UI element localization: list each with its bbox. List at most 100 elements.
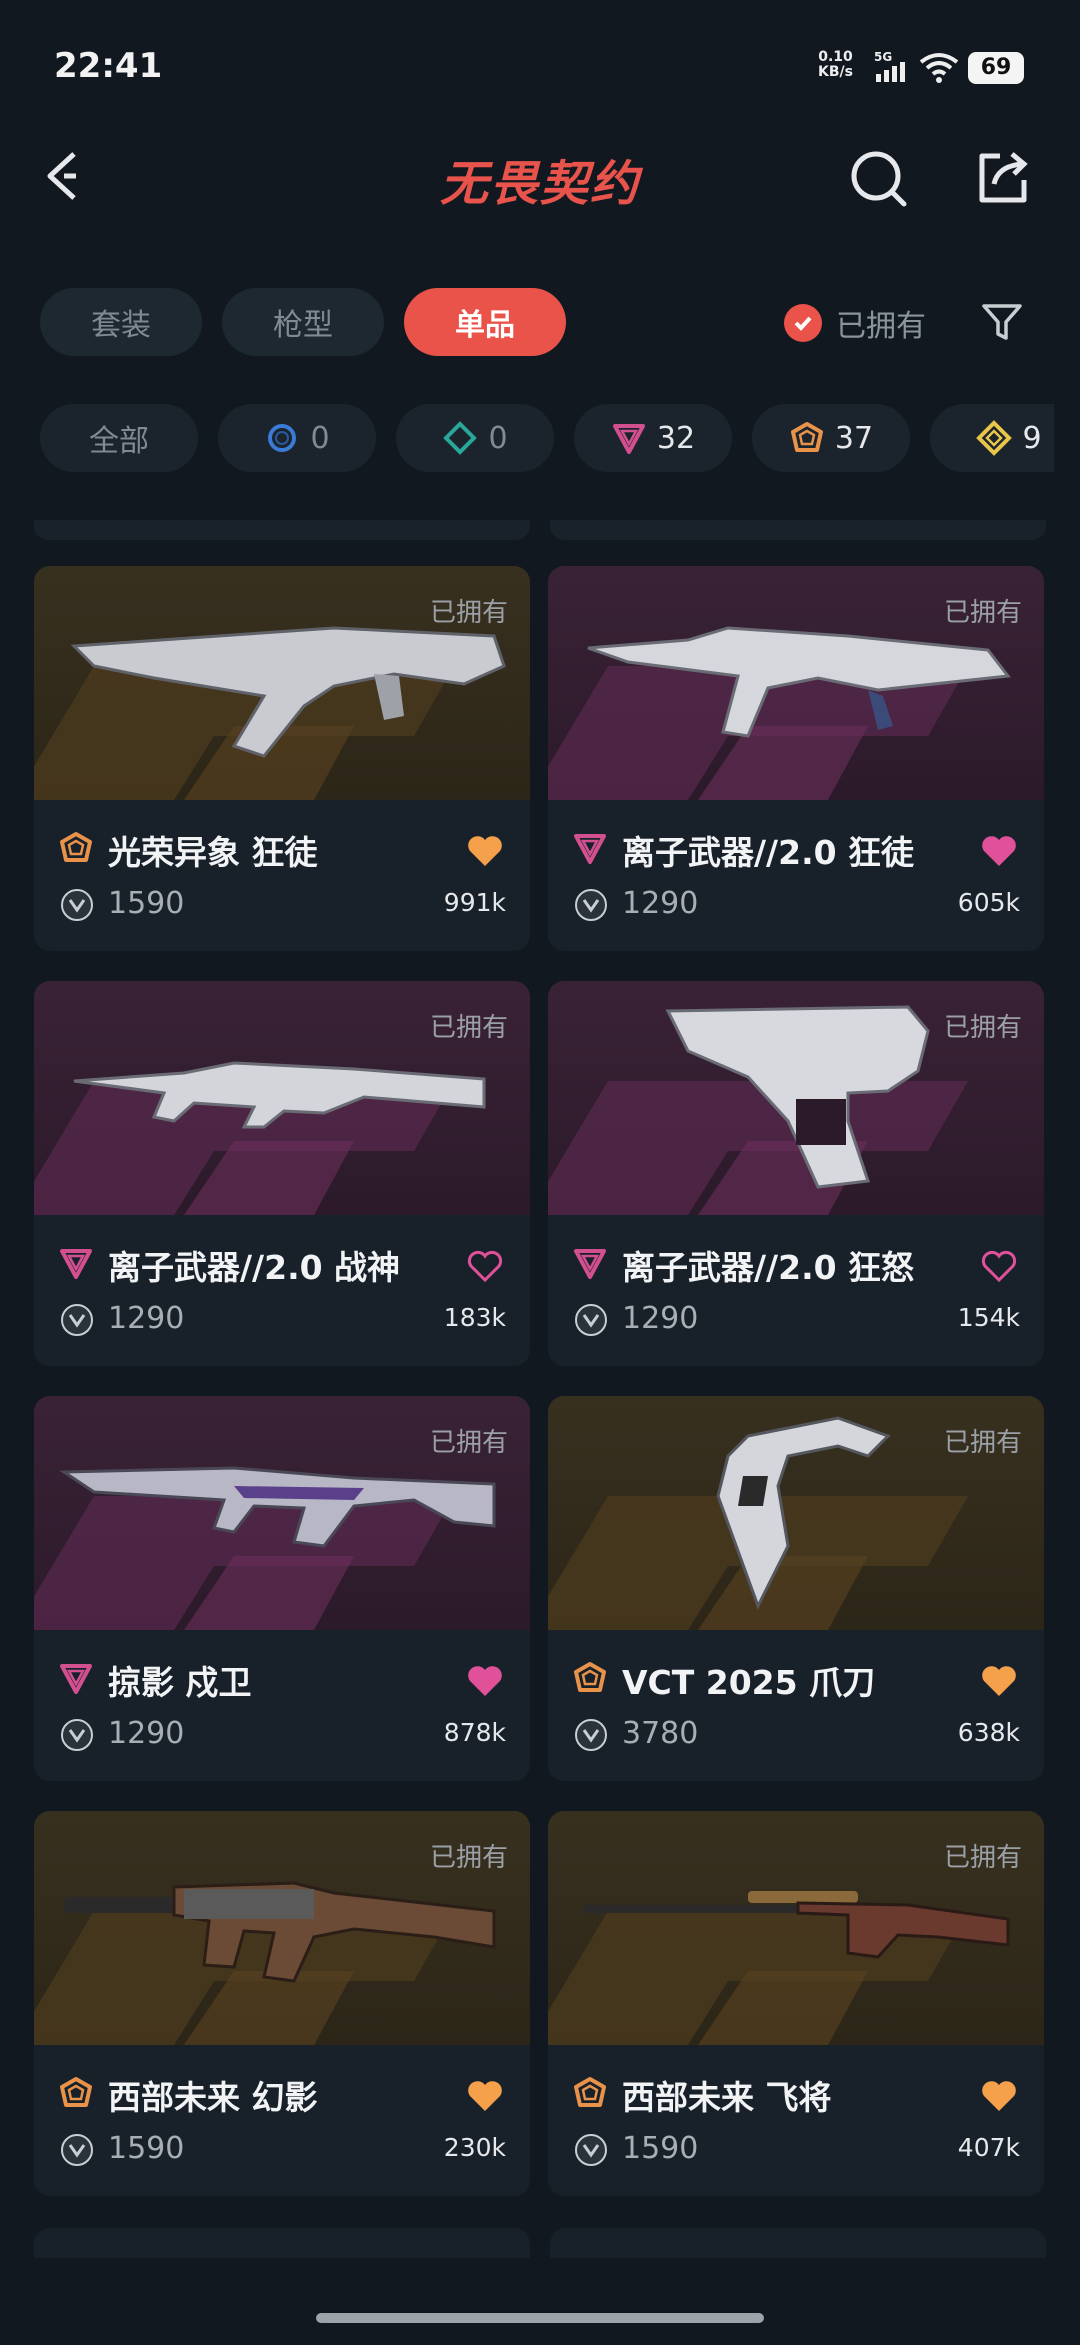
item-card[interactable]: 已拥有 掠影 戍卫 1290 878k	[34, 1396, 530, 1781]
tab-single-items[interactable]: 单品	[404, 288, 566, 356]
weapon-image: 已拥有	[548, 566, 1044, 800]
weapon-image: 已拥有	[548, 1811, 1044, 2045]
heart-icon[interactable]	[466, 2079, 504, 2113]
item-card[interactable]: 已拥有 VCT 2025 爪刀 3780 638k	[548, 1396, 1044, 1781]
search-icon[interactable]	[848, 148, 910, 210]
weapon-image: 已拥有	[34, 566, 530, 800]
vp-currency-icon	[61, 2134, 93, 2166]
premium-tier-icon	[60, 1664, 92, 1694]
exclusive-tier-icon	[60, 832, 92, 862]
item-price: 1590	[108, 886, 185, 921]
next-card-edge	[34, 2228, 530, 2258]
previous-card-edge	[34, 520, 530, 540]
item-name: 离子武器//2.0 狂徒	[622, 833, 915, 872]
item-price: 1290	[622, 886, 699, 921]
vp-currency-icon	[61, 1719, 93, 1751]
item-name: 离子武器//2.0 狂怒	[622, 1248, 915, 1287]
exclusive-tier-icon	[574, 1662, 606, 1692]
vp-currency-icon	[61, 889, 93, 921]
app-title: 无畏契约	[439, 156, 640, 212]
item-card[interactable]: 已拥有 光荣异象 狂徒 1590 991k	[34, 566, 530, 951]
item-price: 1290	[108, 1301, 185, 1336]
like-count: 638k	[957, 1718, 1020, 1747]
like-count: 878k	[443, 1718, 506, 1747]
owned-filter-label: 已拥有	[836, 309, 926, 344]
item-name: 掠影 戍卫	[108, 1663, 252, 1702]
ultra-tier-icon	[976, 420, 1013, 456]
like-count: 605k	[957, 888, 1020, 917]
heart-outline-icon[interactable]	[980, 1249, 1018, 1283]
select-tier-icon	[268, 424, 297, 452]
signal-icon: 5G	[874, 50, 905, 82]
status-bar: 22:41 0.10 KB/s 5G 69	[0, 0, 1080, 120]
vp-currency-icon	[575, 2134, 607, 2166]
chip-exclusive-tier[interactable]: 37	[752, 404, 910, 472]
like-count: 991k	[443, 888, 506, 917]
heart-icon[interactable]	[980, 1664, 1018, 1698]
item-card[interactable]: 已拥有 离子武器//2.0 狂徒 1290 605k	[548, 566, 1044, 951]
item-card[interactable]: 已拥有 西部未来 飞将 1590 407k	[548, 1811, 1044, 2196]
weapon-image: 已拥有	[548, 981, 1044, 1215]
premium-tier-icon	[574, 1249, 606, 1279]
like-count: 154k	[957, 1303, 1020, 1332]
chip-ultra-tier[interactable]: 9	[930, 404, 1054, 472]
weapon-image: 已拥有	[548, 1396, 1044, 1630]
svg-text:5G: 5G	[874, 50, 892, 64]
clock: 22:41	[54, 46, 163, 86]
item-name: 离子武器//2.0 战神	[108, 1248, 401, 1287]
rarity-filter-chips: 全部 0 0 32 37 9	[40, 404, 1054, 472]
item-price: 1290	[108, 1716, 185, 1751]
item-card[interactable]: 已拥有 西部未来 幻影 1590 230k	[34, 1811, 530, 2196]
like-count: 407k	[957, 2133, 1020, 2162]
premium-tier-icon	[612, 424, 645, 454]
network-speed: 0.10 KB/s	[818, 49, 853, 80]
item-price: 3780	[622, 1716, 699, 1751]
vp-currency-icon	[575, 889, 607, 921]
item-name: 西部未来 幻影	[108, 2078, 318, 2117]
tab-gun-type[interactable]: 枪型	[222, 288, 384, 356]
check-icon	[784, 304, 822, 342]
deluxe-tier-icon	[443, 421, 478, 455]
heart-outline-icon[interactable]	[466, 1249, 504, 1283]
home-indicator[interactable]	[316, 2313, 764, 2323]
exclusive-tier-icon	[790, 422, 823, 452]
item-name: VCT 2025 爪刀	[622, 1663, 876, 1702]
item-price: 1590	[108, 2131, 185, 2166]
premium-tier-icon	[574, 834, 606, 864]
chip-deluxe-tier[interactable]: 0	[396, 404, 554, 472]
heart-icon[interactable]	[466, 834, 504, 868]
heart-icon[interactable]	[466, 1664, 504, 1698]
tab-sets[interactable]: 套装	[40, 288, 202, 356]
chip-select-tier[interactable]: 0	[218, 404, 376, 472]
owned-filter-toggle[interactable]: 已拥有	[784, 300, 926, 346]
vp-currency-icon	[575, 1719, 607, 1751]
like-count: 183k	[443, 1303, 506, 1332]
premium-tier-icon	[60, 1249, 92, 1279]
weapon-image: 已拥有	[34, 1396, 530, 1630]
like-count: 230k	[443, 2133, 506, 2162]
weapon-image: 已拥有	[34, 1811, 530, 2045]
next-card-edge	[550, 2228, 1046, 2258]
heart-icon[interactable]	[980, 834, 1018, 868]
vp-currency-icon	[575, 1304, 607, 1336]
item-card[interactable]: 已拥有 离子武器//2.0 狂怒 1290 154k	[548, 981, 1044, 1366]
previous-card-edge	[550, 520, 1046, 540]
heart-icon[interactable]	[980, 2079, 1018, 2113]
item-grid: 已拥有 光荣异象 狂徒 1590 991k 已拥有 离子武器//2.0 狂徒 1…	[34, 566, 1046, 2196]
category-tabs: 套装 枪型 单品	[40, 288, 566, 356]
item-name: 西部未来 飞将	[622, 2078, 832, 2117]
chip-all[interactable]: 全部	[40, 404, 198, 472]
header: 无畏契约	[0, 130, 1080, 230]
exclusive-tier-icon	[574, 2077, 606, 2107]
exclusive-tier-icon	[60, 2077, 92, 2107]
battery-indicator: 69	[968, 52, 1024, 84]
share-icon[interactable]	[972, 148, 1032, 208]
vp-currency-icon	[61, 1304, 93, 1336]
item-price: 1290	[622, 1301, 699, 1336]
item-price: 1590	[622, 2131, 699, 2166]
wifi-icon	[919, 53, 959, 83]
chip-premium-tier[interactable]: 32	[574, 404, 732, 472]
item-card[interactable]: 已拥有 离子武器//2.0 战神 1290 183k	[34, 981, 530, 1366]
filter-icon[interactable]	[980, 300, 1024, 344]
item-name: 光荣异象 狂徒	[108, 833, 318, 872]
